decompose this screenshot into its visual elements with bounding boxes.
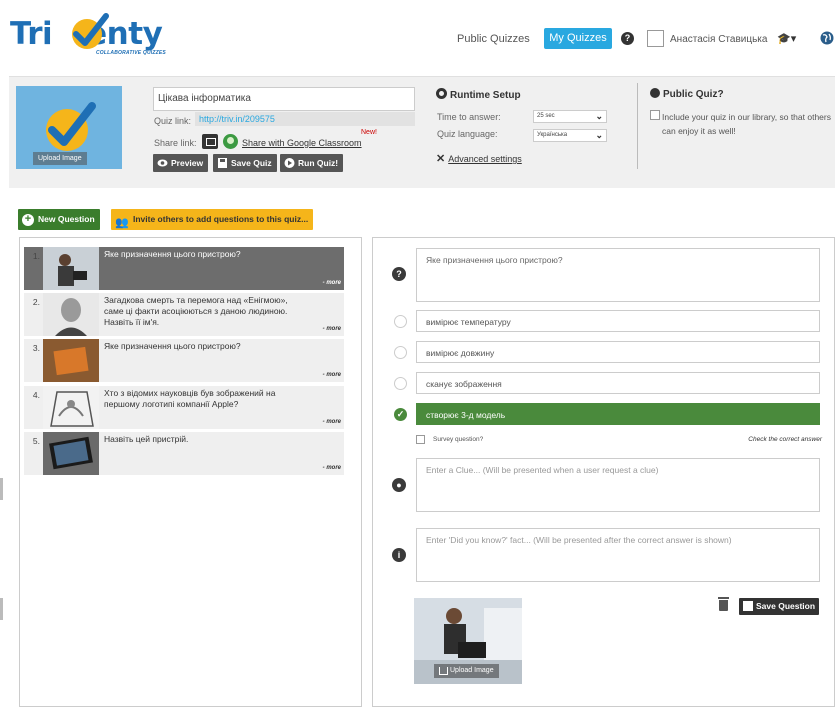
question-list: 1. Яке призначення цього пристрою? - mor… xyxy=(19,237,362,707)
chevron-down-icon[interactable]: 🎓▾ xyxy=(777,32,796,45)
save-icon xyxy=(218,158,227,168)
list-item[interactable]: 2. Загадкова смерть та перемога над «Ені… xyxy=(24,293,344,336)
share-screen-icon[interactable] xyxy=(202,134,218,149)
correct-answer-check-icon[interactable]: ✓ xyxy=(394,408,407,421)
question-number: 2. xyxy=(32,297,40,307)
nav-my-quizzes[interactable]: My Quizzes xyxy=(544,28,612,49)
answer-input[interactable]: вимірює довжину xyxy=(416,341,820,363)
list-item[interactable]: 4. Хто з відомих науковців був зображени… xyxy=(24,386,344,429)
logo-tagline: COLLABORATIVE QUIZZES xyxy=(96,50,166,56)
quiz-title-input[interactable]: Цікава інформатика xyxy=(153,87,415,111)
list-item[interactable]: 3. Яке призначення цього пристрою? - mor… xyxy=(24,339,344,382)
clue-input[interactable]: Enter a Clue... (Will be presented when … xyxy=(416,458,820,512)
more-link[interactable]: - more xyxy=(323,465,341,471)
new-question-button[interactable]: + New Question xyxy=(18,209,100,230)
check-correct-hint: Check the correct answer xyxy=(748,436,822,443)
nav-public-quizzes[interactable]: Public Quizzes xyxy=(457,33,530,45)
lightbulb-icon: ● xyxy=(392,478,406,492)
answer-input[interactable]: вимірює температуру xyxy=(416,310,820,332)
invite-others-button[interactable]: 👥 Invite others to add questions to this… xyxy=(111,209,314,230)
question-thumbnail xyxy=(43,293,99,336)
new-badge: New! xyxy=(361,129,377,136)
question-mark-icon: ? xyxy=(392,267,406,281)
chevron-down-icon: ⌄ xyxy=(595,130,603,140)
avatar[interactable] xyxy=(647,30,664,47)
question-image[interactable]: Upload Image xyxy=(414,598,522,684)
question-number: 5. xyxy=(32,436,40,446)
list-item[interactable]: 5. Назвіть цей пристрій. - more xyxy=(24,432,344,475)
trivienty-logo[interactable]: Tri enty COLLABORATIVE QUIZZES xyxy=(10,12,190,58)
user-name[interactable]: Анастасія Ставицька xyxy=(670,34,767,45)
eye-icon xyxy=(157,159,168,167)
question-text: Яке призначення цього пристрою? xyxy=(104,341,241,351)
quiz-check-icon xyxy=(46,102,96,151)
quiz-link[interactable]: http://triv.in/209575 xyxy=(195,112,415,126)
tools-icon: ✕ xyxy=(436,153,446,165)
scroll-mark xyxy=(0,598,3,620)
save-question-button[interactable]: Save Question xyxy=(739,598,820,615)
save-quiz-button[interactable]: Save Quiz xyxy=(213,154,277,172)
answer-radio[interactable] xyxy=(394,346,407,359)
question-text: Яке призначення цього пристрою? xyxy=(104,249,241,259)
quiz-settings-panel: Upload Image Цікава інформатика Quiz lin… xyxy=(9,76,835,188)
answer-input[interactable]: сканує зображення xyxy=(416,372,820,394)
quiz-language-select[interactable]: Українська ⌄ xyxy=(533,129,607,142)
upload-image-button[interactable]: Upload Image xyxy=(33,152,87,165)
google-classroom-icon[interactable] xyxy=(223,134,238,149)
question-thumbnail xyxy=(43,339,99,382)
more-link[interactable]: - more xyxy=(323,280,341,286)
did-you-know-input[interactable]: Enter 'Did you know?' fact... (Will be p… xyxy=(416,528,820,582)
divider xyxy=(637,83,638,169)
question-number: 4. xyxy=(32,390,40,400)
save-icon xyxy=(743,601,753,611)
run-quiz-button[interactable]: Run Quiz! xyxy=(280,154,344,172)
upload-image-button[interactable]: Upload Image xyxy=(434,664,499,678)
question-thumbnail xyxy=(43,432,99,475)
trash-icon[interactable] xyxy=(718,597,729,611)
answer-radio[interactable] xyxy=(394,377,407,390)
more-link[interactable]: - more xyxy=(323,372,341,378)
quiz-link-label: Quiz link: xyxy=(154,116,192,126)
top-header: Tri enty COLLABORATIVE QUIZZES Public Qui… xyxy=(0,0,835,74)
question-editor: ? Яке призначення цього пристрою? вимірю… xyxy=(372,237,835,707)
answer-input-correct[interactable]: створює 3-д модель xyxy=(416,403,820,425)
help-icon[interactable]: ? xyxy=(621,32,634,45)
play-icon xyxy=(284,158,295,168)
list-item[interactable]: 1. Яке призначення цього пристрою? - mor… xyxy=(24,247,344,290)
more-link[interactable]: - more xyxy=(323,326,341,332)
globe-icon[interactable] xyxy=(820,31,834,45)
question-text: Назвіть цей пристрій. xyxy=(104,434,189,444)
more-link[interactable]: - more xyxy=(323,419,341,425)
quiz-language-label: Quiz language: xyxy=(437,129,498,139)
people-icon: 👥 xyxy=(115,217,129,229)
survey-question-label: Survey question? xyxy=(433,436,484,443)
chevron-down-icon: ⌄ xyxy=(595,111,603,121)
share-link-label: Share link: xyxy=(154,138,197,148)
quiz-image[interactable]: Upload Image xyxy=(16,86,122,169)
question-number: 1. xyxy=(32,251,40,261)
survey-question-checkbox[interactable] xyxy=(416,435,425,444)
question-thumbnail xyxy=(43,247,99,290)
public-quiz-description: Include your quiz in our library, so tha… xyxy=(662,112,831,136)
question-text-input[interactable]: Яке призначення цього пристрою? xyxy=(416,248,820,302)
plus-icon: + xyxy=(22,214,34,226)
time-to-answer-label: Time to answer: xyxy=(437,112,501,122)
answer-radio[interactable] xyxy=(394,315,407,328)
gear-icon xyxy=(436,88,447,99)
question-text: Загадкова смерть та перемога над «Енігмо… xyxy=(104,295,288,327)
share-google-classroom-link[interactable]: Share with Google Classroom xyxy=(242,138,362,148)
question-text: Хто з відомих науковців був зображений н… xyxy=(104,388,276,409)
scroll-mark xyxy=(0,478,3,500)
logo-check-icon xyxy=(72,13,109,49)
question-thumbnail xyxy=(43,386,99,429)
question-number: 3. xyxy=(32,343,40,353)
globe-icon xyxy=(650,88,660,98)
preview-button[interactable]: Preview xyxy=(153,154,209,172)
info-icon: i xyxy=(392,548,406,562)
time-to-answer-select[interactable]: 25 sec ⌄ xyxy=(533,110,607,123)
advanced-settings-link[interactable]: ✕ Advanced settings xyxy=(436,152,522,165)
runtime-setup-title: Runtime Setup xyxy=(436,88,521,101)
public-quiz-title: Public Quiz? xyxy=(650,88,724,100)
public-quiz-checkbox[interactable] xyxy=(650,110,660,120)
